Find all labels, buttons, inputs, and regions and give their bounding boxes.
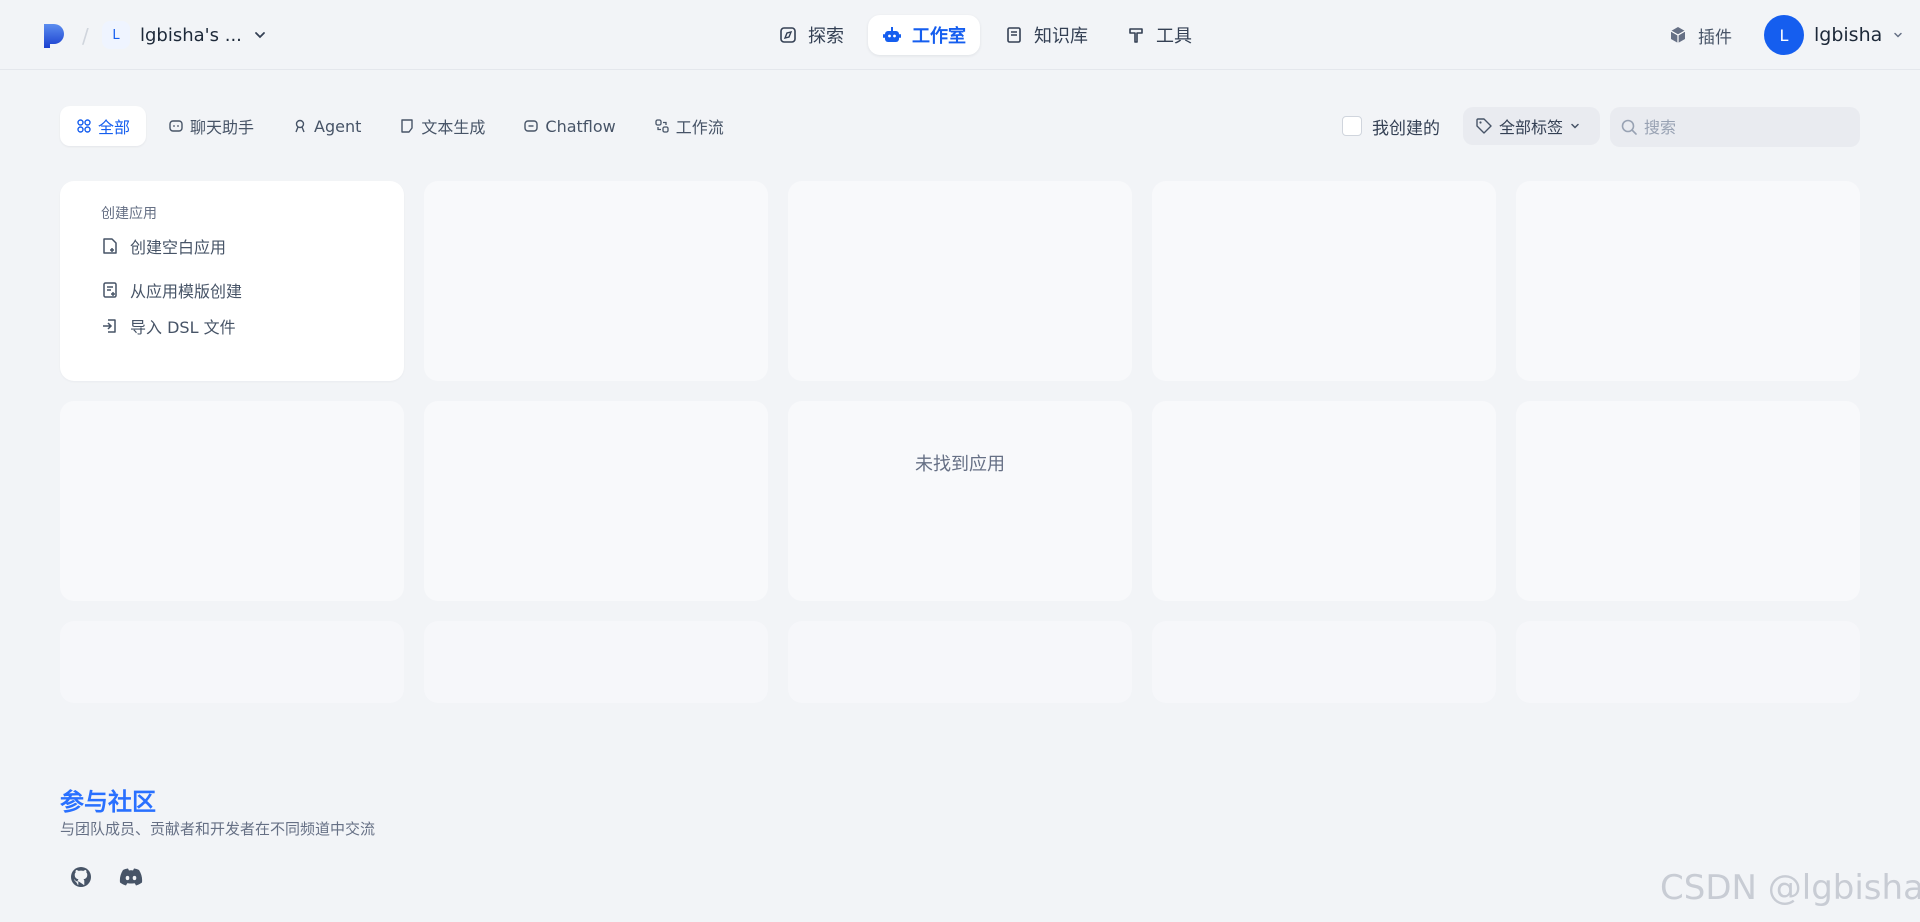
explore-icon [780, 27, 796, 43]
file-plus-icon [103, 238, 117, 254]
created-by-me-label: 我创建的 [1372, 118, 1440, 139]
tab-chatflow-label: Chatflow [545, 116, 616, 136]
discord-icon [119, 868, 143, 886]
breadcrumb-divider: / [82, 24, 89, 48]
search-icon [1621, 119, 1637, 135]
plugin-button[interactable]: 插件 [1668, 20, 1732, 50]
dify-logo-icon[interactable] [42, 22, 66, 50]
import-dsl-label: 导入 DSL 文件 [130, 318, 236, 337]
tab-text-generation[interactable]: 文本生成 [383, 106, 501, 146]
search-box[interactable] [1610, 107, 1860, 147]
tag-filter-label: 全部标签 [1499, 118, 1564, 137]
create-blank-label: 创建空白应用 [130, 238, 227, 257]
main-nav: 探索 工作室 知识库 工具 [764, 15, 1206, 55]
nav-tools[interactable]: 工具 [1112, 15, 1206, 55]
cube-icon [1670, 27, 1686, 43]
tab-agent-label: Agent [314, 116, 362, 136]
workspace-name: lgbisha's ... [140, 24, 242, 46]
app-card-placeholder [1516, 621, 1860, 703]
chevron-down-icon [1571, 123, 1579, 129]
tag-icon [1476, 118, 1492, 134]
app-card-placeholder [1516, 401, 1860, 601]
discord-link[interactable] [114, 860, 148, 894]
create-blank-app-button[interactable]: 创建空白应用 [100, 231, 404, 261]
avatar: L [1764, 15, 1804, 55]
search-input[interactable] [1644, 117, 1850, 137]
workflow-icon [655, 119, 669, 133]
create-app-card: 创建应用 创建空白应用 从应用模版创建 导入 DSL 文件 [60, 181, 404, 381]
tab-workflow[interactable]: 工作流 [638, 106, 740, 146]
app-card-placeholder [60, 401, 404, 601]
app-card-placeholder [424, 621, 768, 703]
tab-text-label: 文本生成 [421, 118, 486, 137]
nav-tools-label: 工具 [1156, 26, 1192, 47]
tab-agent[interactable]: Agent [276, 106, 377, 146]
plugin-label: 插件 [1698, 27, 1732, 48]
tab-all-label: 全部 [98, 118, 131, 137]
created-by-me-checkbox[interactable] [1342, 116, 1362, 136]
workspace-avatar: L [102, 21, 130, 49]
tab-workflow-label: 工作流 [675, 118, 724, 137]
template-icon [103, 282, 117, 298]
github-link[interactable] [64, 860, 98, 894]
community-description: 与团队成员、贡献者和开发者在不同频道中交流 [60, 820, 376, 838]
chevron-down-icon [1894, 32, 1903, 38]
nav-studio-label: 工作室 [912, 26, 966, 47]
workspace-switcher[interactable]: L lgbisha's ... [102, 19, 268, 51]
create-from-template-button[interactable]: 从应用模版创建 [100, 275, 404, 305]
nav-explore-label: 探索 [808, 26, 844, 47]
tab-chat-assistant[interactable]: 聊天助手 [152, 106, 270, 146]
nav-studio[interactable]: 工作室 [868, 15, 980, 55]
agent-icon [295, 119, 305, 133]
app-card-placeholder [60, 621, 404, 703]
create-app-title: 创建应用 [101, 206, 157, 222]
top-header: / L lgbisha's ... 探索 工作室 知识库 工具 插件 L lgb… [0, 0, 1920, 70]
community-title: 参与社区 [60, 788, 156, 816]
robot-icon [883, 27, 901, 42]
chat-icon [169, 120, 183, 132]
app-card-placeholder [1152, 181, 1496, 381]
app-card-placeholder [424, 181, 768, 381]
app-card-placeholder [788, 401, 1132, 601]
doc-icon [401, 119, 414, 133]
chatflow-icon [524, 120, 539, 132]
github-icon [71, 867, 91, 887]
app-card-placeholder [788, 181, 1132, 381]
app-card-placeholder [788, 621, 1132, 703]
app-type-tabs: 全部 聊天助手 Agent 文本生成 Chatflow 工作流 [60, 106, 740, 146]
tab-all[interactable]: 全部 [60, 106, 147, 146]
create-template-label: 从应用模版创建 [130, 282, 243, 301]
chevron-down-icon [254, 32, 265, 39]
hammer-icon [1129, 28, 1143, 43]
created-by-me-filter[interactable]: 我创建的 [1342, 114, 1440, 139]
user-name: lgbisha [1814, 24, 1883, 46]
tab-chatflow[interactable]: Chatflow [507, 106, 631, 146]
nav-explore[interactable]: 探索 [764, 15, 858, 55]
import-dsl-button[interactable]: 导入 DSL 文件 [100, 311, 404, 341]
tag-filter-dropdown[interactable]: 全部标签 [1463, 107, 1600, 145]
nav-knowledge-label: 知识库 [1034, 26, 1088, 47]
grid-icon [77, 119, 91, 133]
app-card-placeholder [1152, 401, 1496, 601]
tab-chat-label: 聊天助手 [190, 118, 255, 137]
watermark: CSDN @lgbisha [1660, 868, 1920, 908]
nav-knowledge[interactable]: 知识库 [990, 15, 1102, 55]
import-icon [103, 319, 116, 333]
app-card-placeholder [1516, 181, 1860, 381]
book-icon [1007, 27, 1021, 43]
user-menu[interactable]: L lgbisha [1764, 15, 1904, 55]
app-card-placeholder [1152, 621, 1496, 703]
empty-state-message: 未找到应用 [915, 454, 1005, 475]
app-card-placeholder [424, 401, 768, 601]
